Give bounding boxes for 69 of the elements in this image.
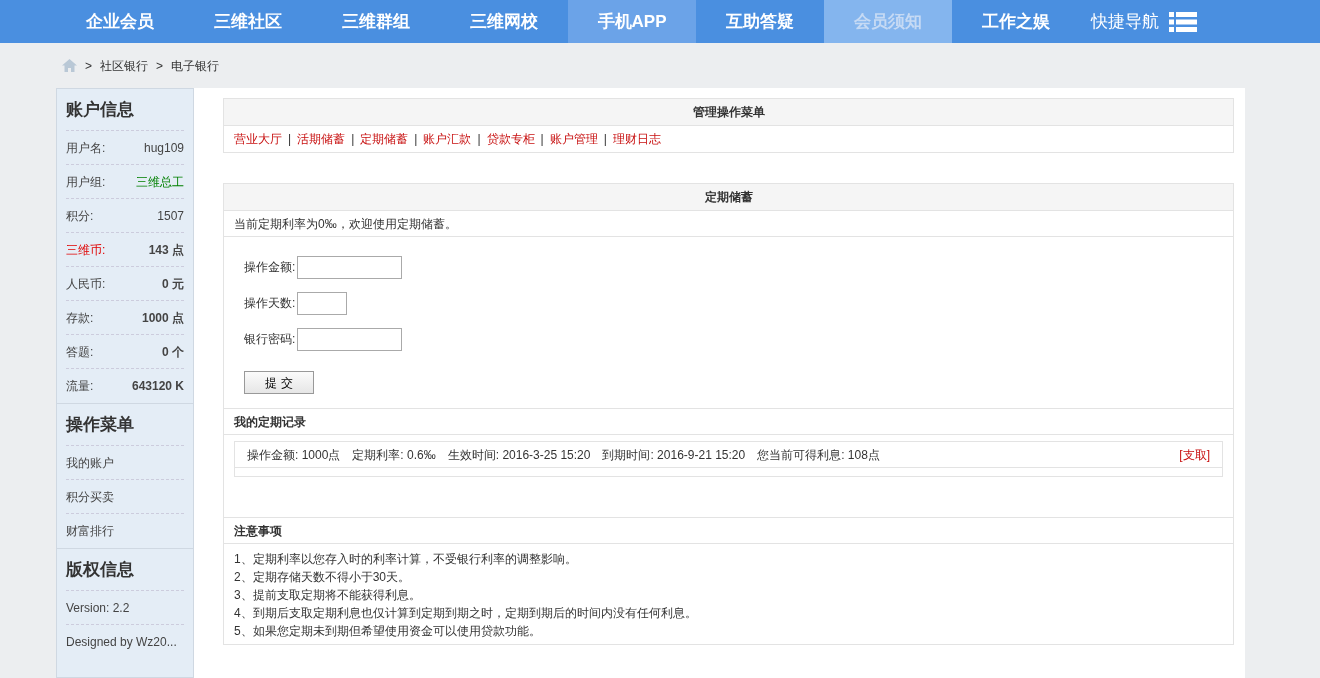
note-text: 1、定期利率以您存入时的利率计算，不受银行利率的调整影响。 — [234, 551, 578, 568]
field-label: 三维币: — [66, 241, 106, 259]
section-title: 账户信息 — [66, 89, 184, 131]
link-separator: | — [603, 131, 607, 148]
field-value: 643120 K — [131, 378, 184, 395]
field-value: 143 点 — [148, 241, 184, 259]
link-separator: | — [288, 131, 292, 148]
menu-link[interactable]: 我的账户 — [66, 453, 114, 472]
menu-link[interactable]: 账户汇款 — [423, 130, 472, 148]
field-value: 1507 — [157, 207, 184, 225]
section-title: 我的定期记录 — [224, 408, 1233, 435]
link-separator: | — [414, 131, 418, 148]
menu-link[interactable]: 理财日志 — [612, 130, 661, 148]
field-label: 积分: — [66, 207, 94, 225]
field-label: 银行密码: — [244, 331, 296, 348]
field-value: 0 元 — [162, 275, 184, 293]
copyright-text: Designed by Wz20... — [66, 634, 177, 651]
panel-title: 管理操作菜单 — [224, 99, 1233, 126]
nav-link[interactable]: 企业会员 — [56, 0, 184, 43]
submit-button[interactable]: 提 交 — [244, 371, 314, 394]
field-value: 0 个 — [162, 343, 184, 361]
breadcrumb-link[interactable]: 电子银行 — [171, 56, 220, 75]
withdraw-link[interactable]: [支取] — [1179, 445, 1210, 464]
menu-icon — [1169, 10, 1197, 33]
field-label: 操作金额: — [244, 259, 296, 276]
home-icon[interactable] — [62, 59, 77, 72]
link-separator: | — [351, 131, 355, 148]
menu-link[interactable]: 定期储蓄 — [360, 130, 409, 148]
nav-link[interactable]: 工作之娱 — [952, 0, 1080, 43]
field-value: hug109 — [143, 139, 184, 157]
section-title: 操作菜单 — [66, 404, 184, 446]
field-label: 操作天数: — [244, 295, 296, 312]
section-title: 注意事项 — [224, 517, 1233, 544]
panel-title: 定期储蓄 — [224, 184, 1233, 211]
link-separator: | — [540, 131, 544, 148]
field-label: 用户组: — [66, 173, 106, 191]
breadcrumb-separator: > — [85, 57, 92, 75]
note-text: 4、到期后支取定期利息也仅计算到定期到期之时，定期到期后的时间内没有任何利息。 — [234, 605, 698, 622]
input-field[interactable] — [297, 327, 403, 351]
intro-text: 当前定期利率为0‰，欢迎使用定期储蓄。 — [224, 211, 1233, 237]
menu-link[interactable]: 营业大厅 — [234, 130, 282, 148]
field-label: 人民币: — [66, 275, 106, 293]
nav-link[interactable]: 三维群组 — [312, 0, 440, 43]
menu-link[interactable]: 账户管理 — [549, 130, 598, 148]
note-text: 2、定期存储天数不得小于30天。 — [234, 569, 412, 586]
field-value: 三维总工 — [136, 173, 184, 191]
field-label: 用户名: — [66, 139, 106, 157]
breadcrumb-separator: > — [156, 57, 164, 75]
input-field[interactable] — [297, 291, 348, 315]
section-title: 版权信息 — [66, 549, 184, 591]
note-text: 5、如果您定期未到期但希望使用资金可以使用贷款功能。 — [234, 623, 542, 640]
nav-link[interactable]: 三维社区 — [184, 0, 312, 43]
nav-link[interactable]: 快捷导航 — [1080, 0, 1208, 43]
menu-link[interactable]: 活期储蓄 — [297, 130, 346, 148]
field-label: 流量: — [66, 378, 94, 395]
note-text: 3、提前支取定期将不能获得利息。 — [234, 587, 422, 604]
record-text: 操作金额: 1000点 定期利率: 0.6‰ 生效时间: 2016-3-25 15:20 到期时间: 2016-9-21 15:20 您当前可得利息: 108点 — [247, 446, 880, 464]
menu-link[interactable]: 财富排行 — [66, 522, 114, 540]
nav-link[interactable]: 三维网校 — [440, 0, 568, 43]
menu-link[interactable]: 积分买卖 — [66, 487, 114, 506]
field-label: 存款: — [66, 309, 94, 327]
field-value: 1000 点 — [141, 309, 184, 327]
link-separator: | — [477, 131, 481, 148]
menu-link[interactable]: 贷款专柜 — [486, 130, 535, 148]
field-label: 答题: — [66, 343, 94, 361]
input-field[interactable] — [297, 255, 403, 279]
nav-link[interactable]: 互助答疑 — [696, 0, 824, 43]
copyright-text: Version: 2.2 — [66, 599, 130, 617]
breadcrumb-link[interactable]: 社区银行 — [100, 56, 148, 75]
